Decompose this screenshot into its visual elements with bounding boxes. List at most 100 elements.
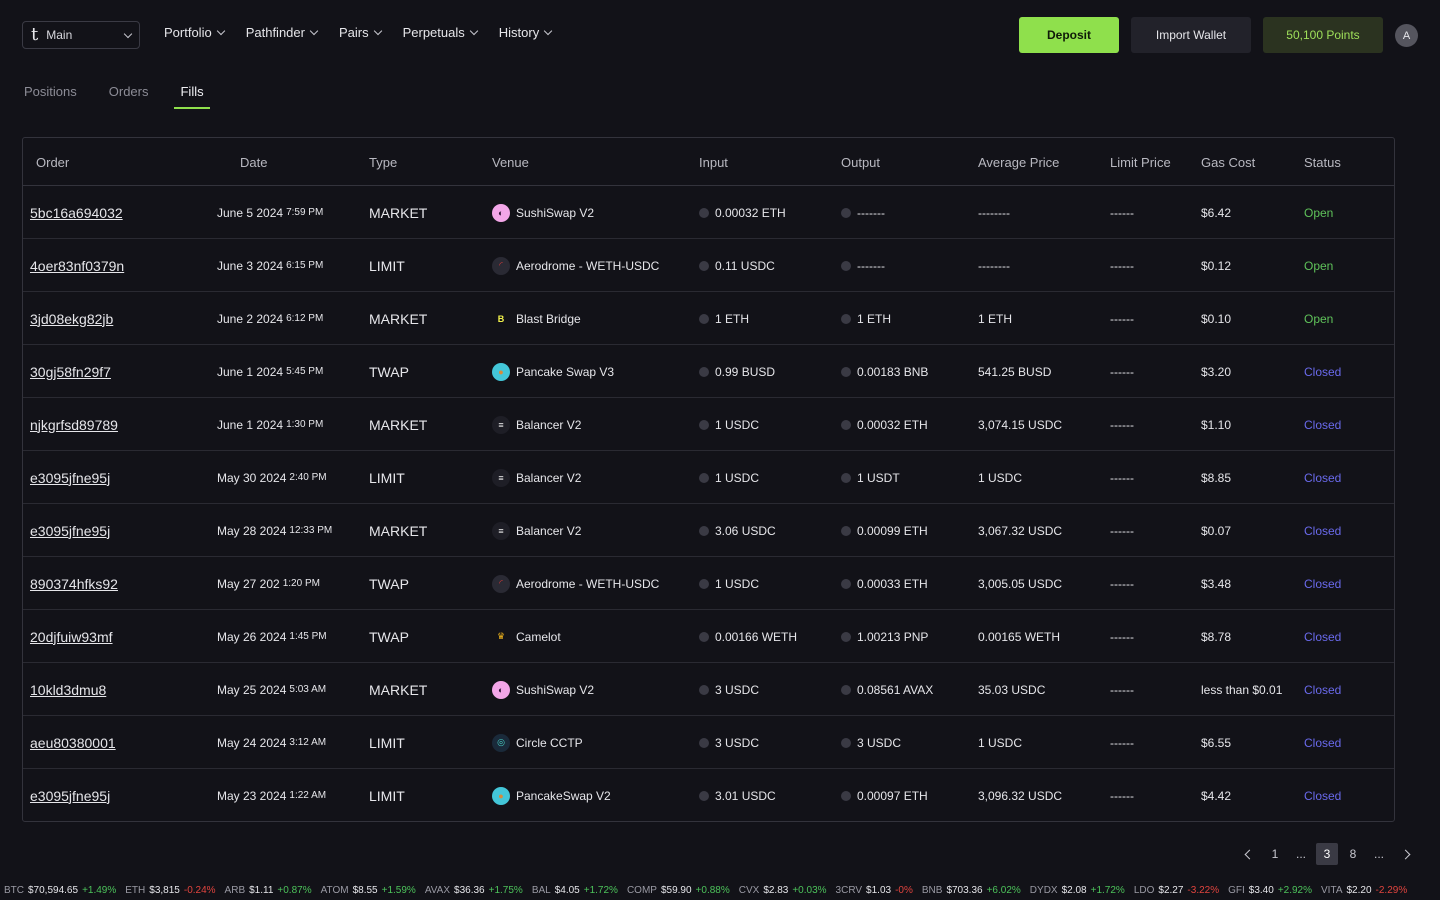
ticker-symbol: BTC bbox=[4, 884, 24, 896]
deposit-button[interactable]: Deposit bbox=[1019, 17, 1119, 53]
token-icon bbox=[841, 525, 851, 536]
table-row[interactable]: 4oer83nf0379n June 3 2024 6:15 PM LIMIT ◜… bbox=[23, 239, 1394, 292]
input-amount: 3 USDC bbox=[699, 716, 759, 769]
nav-perpetuals[interactable]: Perpetuals bbox=[403, 25, 478, 40]
column-header-input[interactable]: Input bbox=[699, 155, 728, 170]
status-badge: Closed bbox=[1304, 364, 1342, 379]
venue: ● Pancake Swap V3 bbox=[492, 345, 614, 398]
order-id-link[interactable]: aeu80380001 bbox=[30, 735, 116, 751]
limit-price: ------ bbox=[1110, 311, 1134, 326]
input-amount: 3 USDC bbox=[699, 663, 759, 716]
prev-page-button[interactable] bbox=[1238, 843, 1260, 865]
ticker-price: $1.03 bbox=[866, 884, 892, 896]
order-id-link[interactable]: 20djfuiw93mf bbox=[30, 629, 113, 645]
nav-pairs[interactable]: Pairs bbox=[339, 25, 382, 40]
order-type: TWAP bbox=[369, 363, 409, 380]
tab-positions[interactable]: Positions bbox=[24, 84, 77, 107]
table-row[interactable]: njkgrfsd89789 June 1 2024 1:30 PM MARKET … bbox=[23, 398, 1394, 451]
table-row[interactable]: 5bc16a694032 June 5 2024 7:59 PM MARKET ◐… bbox=[23, 186, 1394, 239]
chevron-down-icon bbox=[123, 29, 133, 38]
output-text: 3 USDC bbox=[857, 735, 902, 750]
time-text: 3:12 AM bbox=[289, 737, 327, 748]
page-8-button[interactable]: 8 bbox=[1342, 843, 1364, 865]
column-header-limit-price[interactable]: Limit Price bbox=[1110, 155, 1171, 170]
column-header-average-price[interactable]: Average Price bbox=[978, 155, 1059, 170]
gas-cost: $3.48 bbox=[1201, 576, 1232, 591]
limit-price: ------ bbox=[1110, 205, 1134, 220]
column-header-date[interactable]: Date bbox=[240, 155, 267, 170]
token-icon bbox=[841, 472, 851, 483]
token-icon bbox=[699, 419, 709, 430]
nav-history[interactable]: History bbox=[499, 25, 553, 40]
page-1-button[interactable]: 1 bbox=[1264, 843, 1286, 865]
account-select[interactable]: t Main bbox=[22, 21, 140, 49]
time-text: 1:45 PM bbox=[289, 631, 327, 642]
table-row[interactable]: 20djfuiw93mf May 26 2024 1:45 PM TWAP ♛ Ca… bbox=[23, 610, 1394, 663]
table-row[interactable]: 3jd08ekg82jb June 2 2024 6:12 PM MARKET B… bbox=[23, 292, 1394, 345]
order-date: June 2 2024 6:12 PM bbox=[217, 292, 323, 345]
import-wallet-button[interactable]: Import Wallet bbox=[1131, 17, 1251, 53]
order-id-link[interactable]: 4oer83nf0379n bbox=[30, 258, 124, 274]
column-header-output[interactable]: Output bbox=[841, 155, 880, 170]
sushiswap-icon: ◐ bbox=[492, 203, 510, 222]
column-header-venue[interactable]: Venue bbox=[492, 155, 529, 170]
input-amount: 0.99 BUSD bbox=[699, 345, 775, 398]
output-text: 1.00213 PNP bbox=[857, 629, 929, 644]
table-row[interactable]: e3095jfne95j May 23 2024 1:22 AM LIMIT ● P… bbox=[23, 769, 1394, 821]
order-id-link[interactable]: 30gj58fn29f7 bbox=[30, 364, 111, 380]
average-price: -------- bbox=[978, 205, 1010, 220]
aerodrome-icon: ◜ bbox=[492, 256, 510, 275]
column-header-status[interactable]: Status bbox=[1304, 155, 1341, 170]
nav-portfolio[interactable]: Portfolio bbox=[164, 25, 225, 40]
tab-fills[interactable]: Fills bbox=[174, 84, 210, 109]
order-id-link[interactable]: e3095jfne95j bbox=[30, 470, 110, 486]
order-id-link[interactable]: e3095jfne95j bbox=[30, 788, 110, 804]
table-row[interactable]: 30gj58fn29f7 June 1 2024 5:45 PM TWAP ● Pa… bbox=[23, 345, 1394, 398]
table-row[interactable]: 10kld3dmu8 May 25 2024 5:03 AM MARKET ◐ Su… bbox=[23, 663, 1394, 716]
order-id-link[interactable]: 3jd08ekg82jb bbox=[30, 311, 113, 327]
avatar[interactable]: A bbox=[1395, 24, 1418, 47]
ticker-price: $1.11 bbox=[249, 884, 274, 896]
ticker-item: 3CRV $1.03 -0% bbox=[836, 885, 913, 896]
ticker-symbol: AVAX bbox=[424, 884, 451, 896]
order-id-link[interactable]: 10kld3dmu8 bbox=[30, 682, 106, 698]
table-row[interactable]: e3095jfne95j May 30 2024 2:40 PM LIMIT ≡ B… bbox=[23, 451, 1394, 504]
order-id-link[interactable]: njkgrfsd89789 bbox=[30, 417, 118, 433]
nav-pathfinder[interactable]: Pathfinder bbox=[246, 25, 319, 40]
ticker-change: +1.49% bbox=[82, 884, 117, 896]
token-icon bbox=[841, 366, 851, 377]
date-text: June 1 2024 bbox=[217, 364, 284, 379]
input-amount: 3.06 USDC bbox=[699, 504, 776, 557]
chevron-down-icon bbox=[469, 26, 478, 36]
order-id-link[interactable]: 5bc16a694032 bbox=[30, 205, 123, 221]
venue-name: PancakeSwap V2 bbox=[516, 788, 611, 803]
tab-orders[interactable]: Orders bbox=[109, 84, 149, 107]
venue-name: Balancer V2 bbox=[516, 417, 582, 432]
column-header-order[interactable]: Order bbox=[36, 155, 69, 170]
token-icon bbox=[699, 313, 709, 324]
table-row[interactable]: 890374hfks92 May 27 202 1:20 PM TWAP ◜ Aer… bbox=[23, 557, 1394, 610]
order-id-link[interactable]: e3095jfne95j bbox=[30, 523, 110, 539]
column-header-type[interactable]: Type bbox=[369, 155, 397, 170]
order-type: MARKET bbox=[369, 204, 428, 221]
input-text: 0.11 USDC bbox=[715, 258, 775, 273]
table-row[interactable]: aeu80380001 May 24 2024 3:12 AM LIMIT ◎ Ci… bbox=[23, 716, 1394, 769]
token-icon bbox=[841, 313, 851, 324]
ticker-item: DYDX $2.08 +1.72% bbox=[1030, 885, 1125, 896]
token-icon bbox=[699, 790, 709, 801]
table-row[interactable]: e3095jfne95j May 28 2024 12:33 PM MARKET … bbox=[23, 504, 1394, 557]
points-button[interactable]: 50,100 Points bbox=[1263, 17, 1383, 53]
ticker-item: BTC $70,594.65 +1.49% bbox=[4, 885, 116, 896]
status-badge: Open bbox=[1304, 258, 1334, 273]
ticker-symbol: DYDX bbox=[1029, 884, 1058, 896]
chevron-down-icon bbox=[373, 26, 382, 36]
input-text: 0.00032 ETH bbox=[715, 205, 786, 220]
column-header-gas-cost[interactable]: Gas Cost bbox=[1201, 155, 1255, 170]
venue: ◐ SushiSwap V2 bbox=[492, 663, 594, 716]
ticker-item: LDO $2.27 -3.22% bbox=[1134, 885, 1219, 896]
ticker-item: CVX $2.83 +0.03% bbox=[739, 885, 827, 896]
next-page-button[interactable] bbox=[1394, 843, 1416, 865]
page-3-button[interactable]: 3 bbox=[1316, 843, 1338, 865]
order-id-link[interactable]: 890374hfks92 bbox=[30, 576, 118, 592]
input-text: 3.06 USDC bbox=[715, 523, 776, 538]
